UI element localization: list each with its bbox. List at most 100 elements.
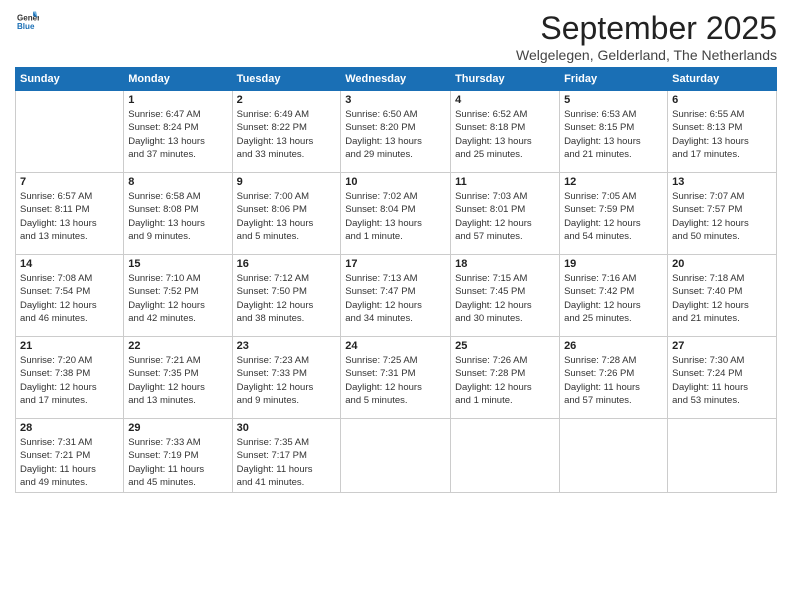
day-number: 15 (128, 258, 227, 270)
calendar-cell (560, 419, 668, 493)
calendar-cell (451, 419, 560, 493)
week-row-2: 7 Sunrise: 6:57 AM Sunset: 8:11 PM Daylig… (16, 173, 777, 255)
day-number: 18 (455, 258, 555, 270)
day-number: 11 (455, 176, 555, 188)
col-thursday: Thursday (451, 68, 560, 91)
day-number: 6 (672, 94, 772, 106)
day-number: 3 (345, 94, 446, 106)
col-sunday: Sunday (16, 68, 124, 91)
day-number: 17 (345, 258, 446, 270)
day-number: 16 (237, 258, 337, 270)
day-number: 28 (20, 422, 119, 434)
day-info: Sunrise: 7:12 AM Sunset: 7:50 PM Dayligh… (237, 272, 337, 325)
calendar-cell: 12 Sunrise: 7:05 AM Sunset: 7:59 PM Dayli… (560, 173, 668, 255)
day-number: 5 (564, 94, 663, 106)
day-info: Sunrise: 7:23 AM Sunset: 7:33 PM Dayligh… (237, 354, 337, 407)
day-info: Sunrise: 7:21 AM Sunset: 7:35 PM Dayligh… (128, 354, 227, 407)
day-info: Sunrise: 7:08 AM Sunset: 7:54 PM Dayligh… (20, 272, 119, 325)
day-info: Sunrise: 6:55 AM Sunset: 8:13 PM Dayligh… (672, 108, 772, 161)
calendar-cell: 2Sunrise: 6:49 AM Sunset: 8:22 PM Daylig… (232, 91, 341, 173)
calendar-cell: 18 Sunrise: 7:15 AM Sunset: 7:45 PM Dayli… (451, 255, 560, 337)
day-info: Sunrise: 7:26 AM Sunset: 7:28 PM Dayligh… (455, 354, 555, 407)
day-number: 27 (672, 340, 772, 352)
day-number: 9 (237, 176, 337, 188)
day-number: 4 (455, 94, 555, 106)
col-saturday: Saturday (668, 68, 777, 91)
day-number: 21 (20, 340, 119, 352)
week-row-1: 1 Sunrise: 6:47 AM Sunset: 8:24 PM Daylig… (16, 91, 777, 173)
calendar-cell (16, 91, 124, 173)
day-info: Sunrise: 7:15 AM Sunset: 7:45 PM Dayligh… (455, 272, 555, 325)
day-info: Sunrise: 7:13 AM Sunset: 7:47 PM Dayligh… (345, 272, 446, 325)
day-info: Sunrise: 7:30 AM Sunset: 7:24 PM Dayligh… (672, 354, 772, 407)
calendar-cell: 5 Sunrise: 6:53 AM Sunset: 8:15 PM Daylig… (560, 91, 668, 173)
day-info: Sunrise: 7:25 AM Sunset: 7:31 PM Dayligh… (345, 354, 446, 407)
calendar-cell: 16 Sunrise: 7:12 AM Sunset: 7:50 PM Dayli… (232, 255, 341, 337)
calendar-cell: 19 Sunrise: 7:16 AM Sunset: 7:42 PM Dayli… (560, 255, 668, 337)
calendar-cell: 30Sunrise: 7:35 AM Sunset: 7:17 PM Dayli… (232, 419, 341, 493)
day-info: Sunrise: 6:53 AM Sunset: 8:15 PM Dayligh… (564, 108, 663, 161)
day-number: 13 (672, 176, 772, 188)
day-info: Sunrise: 6:50 AM Sunset: 8:20 PM Dayligh… (345, 108, 446, 161)
calendar-cell: 28 Sunrise: 7:31 AM Sunset: 7:21 PM Dayli… (16, 419, 124, 493)
title-section: September 2025 Welgelegen, Gelderland, T… (39, 10, 777, 63)
day-number: 29 (128, 422, 227, 434)
calendar-cell: 10 Sunrise: 7:02 AM Sunset: 8:04 PM Dayli… (341, 173, 451, 255)
day-number: 24 (345, 340, 446, 352)
day-info: Sunrise: 7:10 AM Sunset: 7:52 PM Dayligh… (128, 272, 227, 325)
calendar-cell: 27 Sunrise: 7:30 AM Sunset: 7:24 PM Dayli… (668, 337, 777, 419)
calendar-cell: 22Sunrise: 7:21 AM Sunset: 7:35 PM Dayli… (124, 337, 232, 419)
calendar-cell: 9 Sunrise: 7:00 AM Sunset: 8:06 PM Daylig… (232, 173, 341, 255)
week-row-5: 28 Sunrise: 7:31 AM Sunset: 7:21 PM Dayli… (16, 419, 777, 493)
week-row-4: 21Sunrise: 7:20 AM Sunset: 7:38 PM Dayli… (16, 337, 777, 419)
day-info: Sunrise: 7:00 AM Sunset: 8:06 PM Dayligh… (237, 190, 337, 243)
calendar-cell (341, 419, 451, 493)
day-info: Sunrise: 7:16 AM Sunset: 7:42 PM Dayligh… (564, 272, 663, 325)
calendar-cell: 23 Sunrise: 7:23 AM Sunset: 7:33 PM Dayli… (232, 337, 341, 419)
calendar-cell: 26 Sunrise: 7:28 AM Sunset: 7:26 PM Dayli… (560, 337, 668, 419)
col-monday: Monday (124, 68, 232, 91)
calendar-cell (668, 419, 777, 493)
day-info: Sunrise: 7:28 AM Sunset: 7:26 PM Dayligh… (564, 354, 663, 407)
day-info: Sunrise: 6:47 AM Sunset: 8:24 PM Dayligh… (128, 108, 227, 161)
calendar-cell: 6 Sunrise: 6:55 AM Sunset: 8:13 PM Daylig… (668, 91, 777, 173)
day-number: 12 (564, 176, 663, 188)
day-info: Sunrise: 7:03 AM Sunset: 8:01 PM Dayligh… (455, 190, 555, 243)
day-number: 10 (345, 176, 446, 188)
day-number: 14 (20, 258, 119, 270)
day-info: Sunrise: 7:31 AM Sunset: 7:21 PM Dayligh… (20, 436, 119, 489)
calendar-cell: 29 Sunrise: 7:33 AM Sunset: 7:19 PM Dayli… (124, 419, 232, 493)
day-number: 20 (672, 258, 772, 270)
day-info: Sunrise: 7:05 AM Sunset: 7:59 PM Dayligh… (564, 190, 663, 243)
logo: General Blue (15, 10, 39, 32)
calendar-cell: 7 Sunrise: 6:57 AM Sunset: 8:11 PM Daylig… (16, 173, 124, 255)
day-info: Sunrise: 6:57 AM Sunset: 8:11 PM Dayligh… (20, 190, 119, 243)
calendar-cell: 13 Sunrise: 7:07 AM Sunset: 7:57 PM Dayli… (668, 173, 777, 255)
calendar-cell: 17 Sunrise: 7:13 AM Sunset: 7:47 PM Dayli… (341, 255, 451, 337)
calendar-cell: 15 Sunrise: 7:10 AM Sunset: 7:52 PM Dayli… (124, 255, 232, 337)
calendar-cell: 8Sunrise: 6:58 AM Sunset: 8:08 PM Daylig… (124, 173, 232, 255)
day-info: Sunrise: 7:07 AM Sunset: 7:57 PM Dayligh… (672, 190, 772, 243)
logo-icon: General Blue (17, 10, 39, 32)
calendar-cell: 3 Sunrise: 6:50 AM Sunset: 8:20 PM Daylig… (341, 91, 451, 173)
header: General Blue September 2025 Welgelegen, … (15, 10, 777, 63)
col-friday: Friday (560, 68, 668, 91)
day-info: Sunrise: 7:18 AM Sunset: 7:40 PM Dayligh… (672, 272, 772, 325)
header-row: Sunday Monday Tuesday Wednesday Thursday… (16, 68, 777, 91)
day-number: 19 (564, 258, 663, 270)
calendar-cell: 24 Sunrise: 7:25 AM Sunset: 7:31 PM Dayli… (341, 337, 451, 419)
svg-text:Blue: Blue (17, 22, 35, 31)
calendar-cell: 14 Sunrise: 7:08 AM Sunset: 7:54 PM Dayli… (16, 255, 124, 337)
day-info: Sunrise: 7:33 AM Sunset: 7:19 PM Dayligh… (128, 436, 227, 489)
day-number: 30 (237, 422, 337, 434)
col-tuesday: Tuesday (232, 68, 341, 91)
day-number: 23 (237, 340, 337, 352)
day-number: 2 (237, 94, 337, 106)
week-row-3: 14 Sunrise: 7:08 AM Sunset: 7:54 PM Dayli… (16, 255, 777, 337)
day-info: Sunrise: 7:02 AM Sunset: 8:04 PM Dayligh… (345, 190, 446, 243)
day-number: 1 (128, 94, 227, 106)
location: Welgelegen, Gelderland, The Netherlands (39, 47, 777, 63)
col-wednesday: Wednesday (341, 68, 451, 91)
day-number: 7 (20, 176, 119, 188)
day-number: 26 (564, 340, 663, 352)
